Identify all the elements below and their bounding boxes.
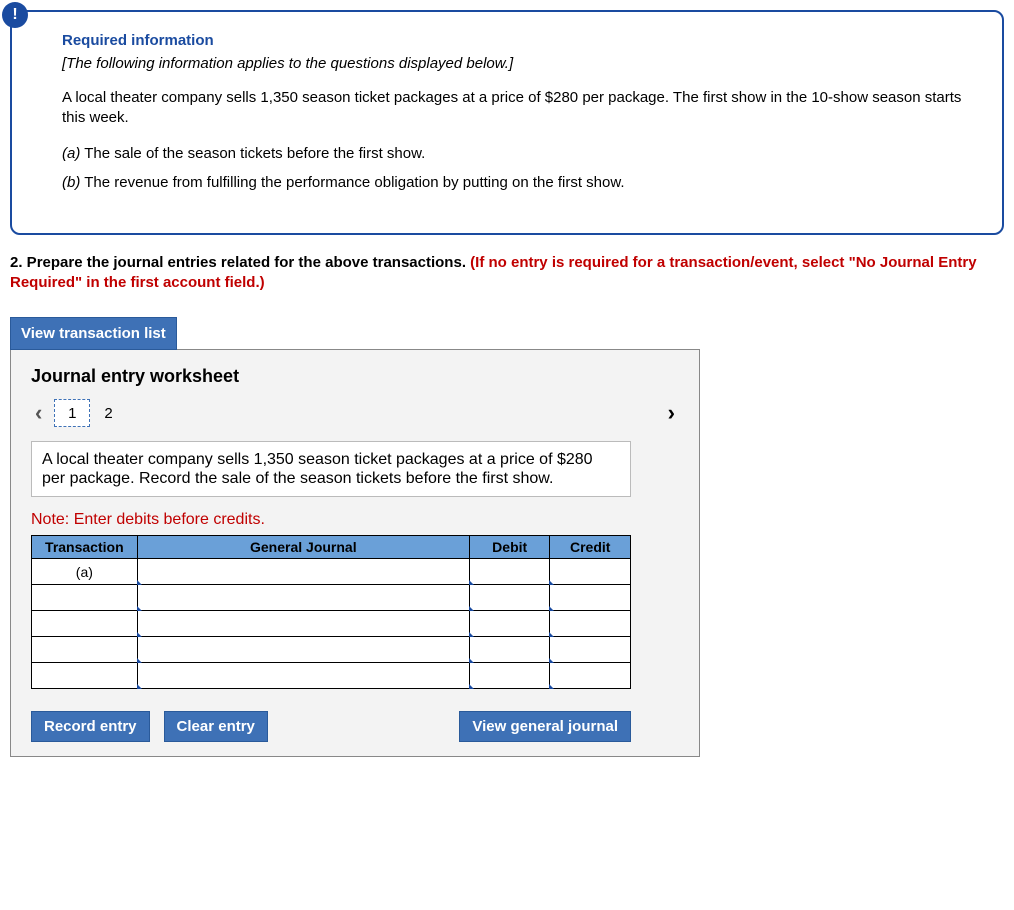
col-credit: Credit xyxy=(550,536,631,559)
cell-transaction xyxy=(32,585,138,611)
cell-debit-input[interactable] xyxy=(469,637,550,663)
cell-credit-input[interactable] xyxy=(550,585,631,611)
debits-before-credits-note: Note: Enter debits before credits. xyxy=(31,511,679,529)
item-b-text: The revenue from fulfilling the performa… xyxy=(80,174,624,191)
cell-debit-input[interactable] xyxy=(469,611,550,637)
scenario-item-a: (a) The sale of the season tickets befor… xyxy=(62,145,972,162)
required-information-box: ! Required information [The following in… xyxy=(10,10,1004,235)
cell-account-select[interactable] xyxy=(137,611,469,637)
instruction-number: 2. xyxy=(10,254,23,271)
required-subheading: [The following information applies to th… xyxy=(62,55,972,72)
chevron-right-icon[interactable]: › xyxy=(664,400,679,426)
cell-account-select[interactable] xyxy=(137,559,469,585)
worksheet-button-row: Record entry Clear entry View general jo… xyxy=(31,711,631,742)
chevron-left-icon[interactable]: ‹ xyxy=(31,400,46,426)
worksheet-nav: ‹ 1 2 › xyxy=(31,399,679,427)
table-row xyxy=(32,585,631,611)
required-heading: Required information xyxy=(62,32,972,49)
cell-account-select[interactable] xyxy=(137,637,469,663)
table-row xyxy=(32,637,631,663)
transaction-prompt: A local theater company sells 1,350 seas… xyxy=(31,441,631,497)
cell-credit-input[interactable] xyxy=(550,637,631,663)
cell-debit-input[interactable] xyxy=(469,663,550,689)
col-debit: Debit xyxy=(469,536,550,559)
journal-entry-worksheet: Journal entry worksheet ‹ 1 2 › A local … xyxy=(10,349,700,757)
cell-credit-input[interactable] xyxy=(550,559,631,585)
journal-table: Transaction General Journal Debit Credit… xyxy=(31,535,631,689)
alert-icon: ! xyxy=(2,2,28,28)
cell-transaction xyxy=(32,663,138,689)
cell-account-select[interactable] xyxy=(137,663,469,689)
cell-credit-input[interactable] xyxy=(550,663,631,689)
step-1-button[interactable]: 1 xyxy=(54,399,90,427)
table-row xyxy=(32,611,631,637)
scenario-paragraph: A local theater company sells 1,350 seas… xyxy=(62,88,972,129)
worksheet-title: Journal entry worksheet xyxy=(31,366,679,387)
table-row xyxy=(32,663,631,689)
cell-transaction xyxy=(32,637,138,663)
col-general-journal: General Journal xyxy=(137,536,469,559)
cell-transaction xyxy=(32,611,138,637)
cell-debit-input[interactable] xyxy=(469,585,550,611)
item-a-text: The sale of the season tickets before th… xyxy=(80,145,425,162)
view-transaction-list-button[interactable]: View transaction list xyxy=(10,317,177,350)
cell-account-select[interactable] xyxy=(137,585,469,611)
col-transaction: Transaction xyxy=(32,536,138,559)
scenario-item-b: (b) The revenue from fulfilling the perf… xyxy=(62,174,972,191)
item-b-label: (b) xyxy=(62,174,80,191)
record-entry-button[interactable]: Record entry xyxy=(31,711,150,742)
table-row: (a) xyxy=(32,559,631,585)
cell-credit-input[interactable] xyxy=(550,611,631,637)
view-general-journal-button[interactable]: View general journal xyxy=(459,711,631,742)
instruction-line: 2. Prepare the journal entries related f… xyxy=(10,253,1004,294)
cell-transaction: (a) xyxy=(32,559,138,585)
step-2-button[interactable]: 2 xyxy=(98,405,118,422)
clear-entry-button[interactable]: Clear entry xyxy=(164,711,268,742)
cell-debit-input[interactable] xyxy=(469,559,550,585)
item-a-label: (a) xyxy=(62,145,80,162)
instruction-text: Prepare the journal entries related for … xyxy=(23,254,471,271)
